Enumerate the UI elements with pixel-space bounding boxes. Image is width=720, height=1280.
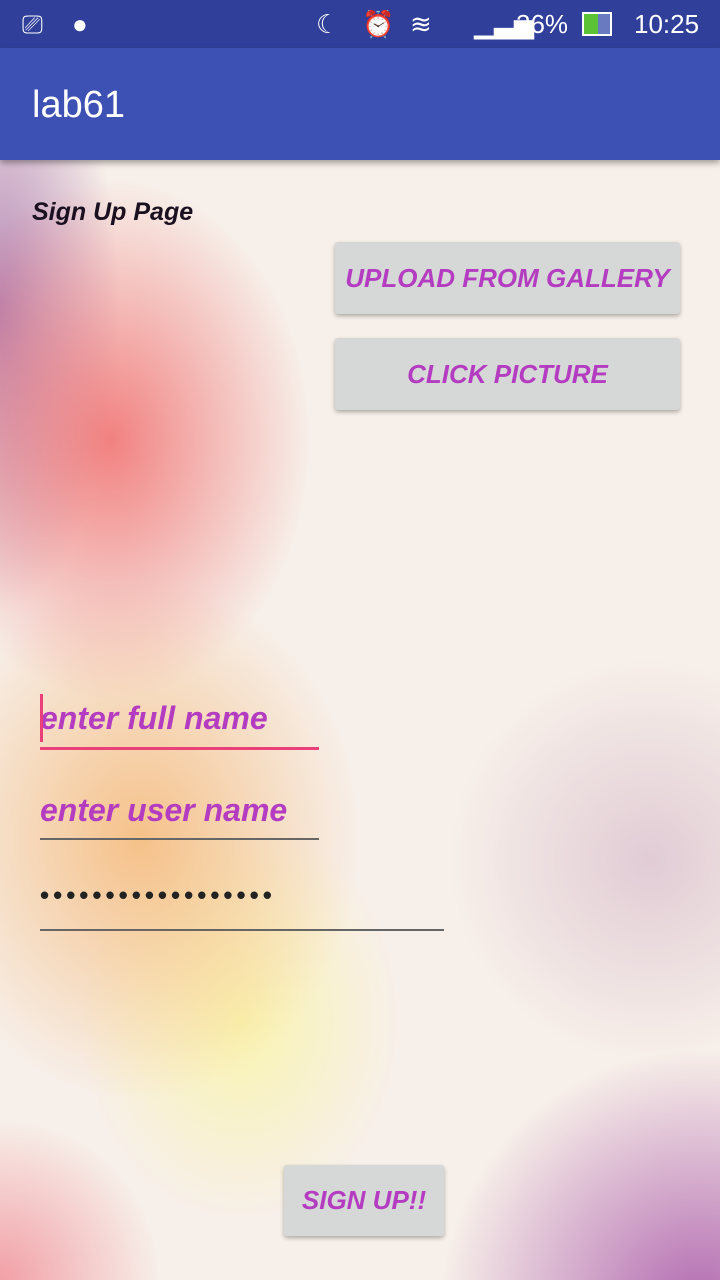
status-bar: ⎚ ● ☾ ⏰ ≋ ▁▃▅ 36% 10:25 [0,0,720,48]
wifi-icon: ≋ [410,9,432,39]
android-icon: ● [72,9,88,39]
moon-icon: ☾ [316,9,340,39]
clock: 10:25 [634,9,700,39]
app-bar: lab61 [0,48,720,160]
app-title: lab61 [32,84,125,126]
page-heading: Sign Up Page [32,198,194,226]
battery-percent: 36% [516,9,569,39]
upload-from-gallery-button[interactable]: UPLOAD FROM GALLERY [335,242,680,314]
full-name-input[interactable]: enter full name [40,694,319,750]
password-input[interactable]: •••••••••••••••••• [40,880,444,931]
alarm-icon: ⏰ [362,9,395,39]
screen-cast-icon: ⎚ [22,9,43,39]
sign-up-button[interactable]: SIGN UP!! [284,1165,444,1236]
battery-charging-icon [582,12,612,36]
user-name-placeholder: enter user name [40,792,288,828]
click-picture-button[interactable]: CLICK PICTURE [335,338,680,410]
password-mask: •••••••••••••••••• [40,880,276,910]
user-name-input[interactable]: enter user name [40,792,319,840]
text-cursor [40,694,43,742]
full-name-placeholder: enter full name [40,700,268,736]
